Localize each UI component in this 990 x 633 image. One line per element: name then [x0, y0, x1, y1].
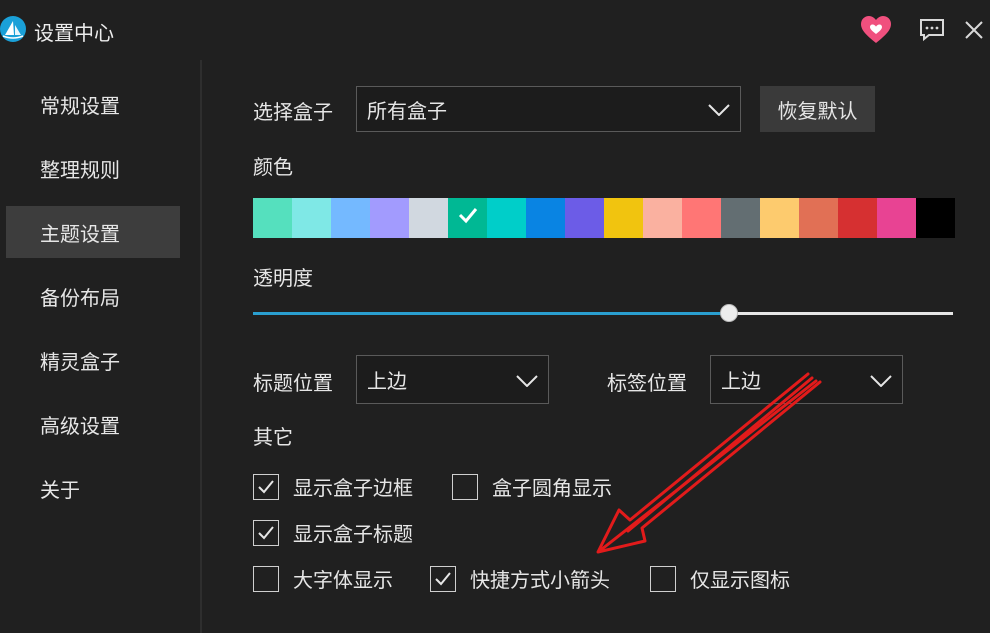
color-swatch[interactable] — [916, 198, 955, 238]
checkbox-box[interactable] — [650, 565, 676, 592]
title-position-dropdown[interactable]: 上边 — [356, 355, 549, 404]
color-swatch[interactable] — [604, 198, 643, 238]
sidebar-item-label: 精灵盒子 — [40, 349, 120, 374]
large-font-checkbox[interactable]: 大字体显示 — [253, 564, 393, 593]
checkbox-label: 显示盒子标题 — [293, 522, 413, 546]
color-swatch[interactable] — [409, 198, 448, 238]
color-swatch[interactable] — [682, 198, 721, 238]
opacity-label: 透明度 — [253, 266, 313, 290]
reset-default-button[interactable]: 恢复默认 — [760, 86, 875, 132]
box-select-dropdown[interactable]: 所有盒子 — [356, 86, 741, 132]
close-icon[interactable] — [958, 14, 990, 46]
sidebar-item-theme[interactable]: 主题设置 — [6, 206, 180, 258]
checkbox-label: 仅显示图标 — [690, 568, 790, 592]
chevron-down-icon — [516, 368, 538, 392]
sidebar-item-label: 整理规则 — [40, 157, 120, 182]
sidebar-item-backup[interactable]: 备份布局 — [6, 270, 180, 322]
chevron-down-icon — [708, 97, 730, 121]
sidebar-item-sprite-box[interactable]: 精灵盒子 — [6, 334, 180, 386]
app-logo-icon — [0, 16, 26, 42]
tag-position-dropdown[interactable]: 上边 — [710, 355, 903, 404]
tag-position-value: 上边 — [721, 369, 761, 393]
sidebar-item-label: 关于 — [40, 477, 80, 502]
heart-icon[interactable] — [860, 14, 892, 46]
sidebar-item-advanced[interactable]: 高级设置 — [6, 398, 180, 450]
shortcut-arrow-checkbox[interactable]: 快捷方式小箭头 — [430, 564, 610, 593]
box-select-value: 所有盒子 — [367, 98, 447, 123]
checkbox-label: 显示盒子边框 — [293, 476, 413, 500]
color-swatch[interactable] — [721, 198, 760, 238]
tag-position-label: 标签位置 — [607, 371, 687, 395]
color-swatch[interactable] — [760, 198, 799, 238]
color-swatch[interactable] — [253, 198, 292, 238]
sidebar-item-about[interactable]: 关于 — [6, 462, 180, 514]
window-title: 设置中心 — [34, 21, 114, 45]
show-box-title-checkbox[interactable]: 显示盒子标题 — [253, 518, 413, 547]
sidebar-item-label: 主题设置 — [40, 221, 120, 246]
slider-fill — [253, 312, 729, 315]
color-label: 颜色 — [253, 155, 293, 179]
color-swatch[interactable] — [487, 198, 526, 238]
other-label: 其它 — [253, 425, 293, 449]
color-swatch[interactable] — [799, 198, 838, 238]
checkbox-box[interactable] — [253, 565, 279, 592]
checkbox-box[interactable] — [430, 565, 456, 592]
check-icon — [458, 206, 478, 228]
color-swatch[interactable] — [643, 198, 682, 238]
check-icon — [435, 571, 451, 585]
feedback-icon[interactable] — [916, 14, 948, 46]
opacity-slider[interactable] — [253, 302, 953, 324]
slider-thumb[interactable] — [720, 304, 738, 322]
color-swatch[interactable] — [838, 198, 877, 238]
color-swatch[interactable] — [565, 198, 604, 238]
sidebar: 常规设置 整理规则 主题设置 备份布局 精灵盒子 高级设置 关于 — [0, 60, 202, 633]
color-swatch[interactable] — [448, 198, 487, 238]
title-position-value: 上边 — [367, 369, 407, 393]
sidebar-item-label: 高级设置 — [40, 413, 120, 438]
checkbox-box[interactable] — [253, 519, 279, 546]
sidebar-item-label: 常规设置 — [40, 93, 120, 118]
checkbox-label: 大字体显示 — [293, 568, 393, 592]
color-swatch[interactable] — [877, 198, 916, 238]
chevron-down-icon — [870, 368, 892, 392]
checkbox-box[interactable] — [452, 473, 478, 500]
sidebar-item-rules[interactable]: 整理规则 — [6, 142, 180, 194]
show-box-border-checkbox[interactable]: 显示盒子边框 — [253, 472, 413, 501]
color-swatch[interactable] — [331, 198, 370, 238]
box-select-label: 选择盒子 — [253, 100, 333, 124]
sidebar-item-label: 备份布局 — [40, 285, 120, 310]
check-icon — [258, 479, 274, 493]
rounded-corners-checkbox[interactable]: 盒子圆角显示 — [452, 472, 612, 501]
color-swatch[interactable] — [526, 198, 565, 238]
checkbox-label: 快捷方式小箭头 — [470, 568, 610, 592]
checkbox-label: 盒子圆角显示 — [492, 476, 612, 500]
title-position-label: 标题位置 — [253, 371, 333, 395]
color-swatch[interactable] — [370, 198, 409, 238]
color-swatch[interactable] — [292, 198, 331, 238]
sidebar-item-general[interactable]: 常规设置 — [6, 78, 180, 130]
check-icon — [258, 525, 274, 539]
color-swatches — [253, 198, 955, 238]
checkbox-box[interactable] — [253, 473, 279, 500]
icons-only-checkbox[interactable]: 仅显示图标 — [650, 564, 790, 593]
title-bar: 设置中心 — [0, 0, 990, 60]
